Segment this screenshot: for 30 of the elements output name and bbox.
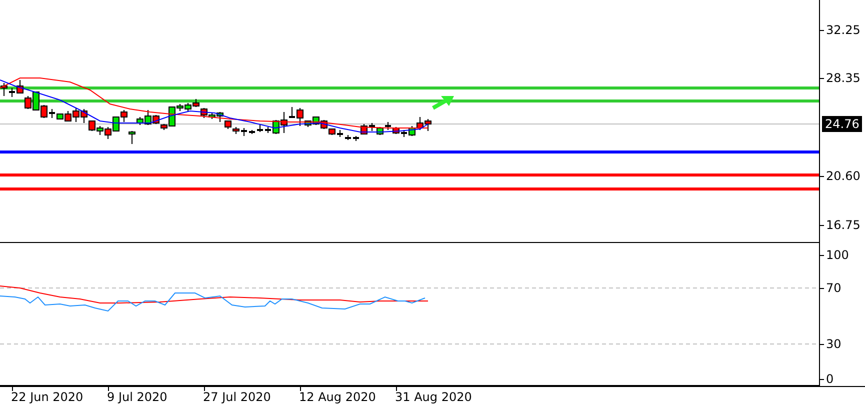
date-axis-label: 22 Jun 2020 [11,390,84,404]
oscillator-axis-label: 0 [826,372,834,386]
candlestick [289,106,295,118]
oscillator-axis-label: 70 [826,281,842,295]
date-axis-label: 31 Aug 2020 [395,390,472,404]
price-axis-label: 20.60 [826,169,860,183]
arrow-icon [432,96,454,110]
candlestick [128,130,136,144]
candlestick [392,126,400,134]
date-axis-label: 9 Jul 2020 [107,390,168,404]
oscillator-axis-label: 100 [826,248,849,262]
candlestick [9,88,15,98]
candlestick [257,124,263,132]
candlestick [241,128,247,136]
current-price-tag: 24.76 [822,116,862,132]
candlestick [16,80,24,94]
candlestick [353,136,359,142]
candlestick [369,122,375,132]
candlestick [385,122,391,130]
price-axis-label: 28.35 [826,71,860,85]
candlestick [249,130,255,134]
candlestick [49,108,55,118]
date-axis-label: 12 Aug 2020 [299,390,376,404]
candlestick [345,134,351,140]
candlestick [337,130,343,138]
price-axis-label: 32.25 [826,23,860,37]
candlestick [0,82,8,96]
date-axis-label: 27 Jul 2020 [203,390,271,404]
oscillator-axis-label: 30 [826,337,842,351]
price-axis-label: 16.75 [826,218,860,232]
